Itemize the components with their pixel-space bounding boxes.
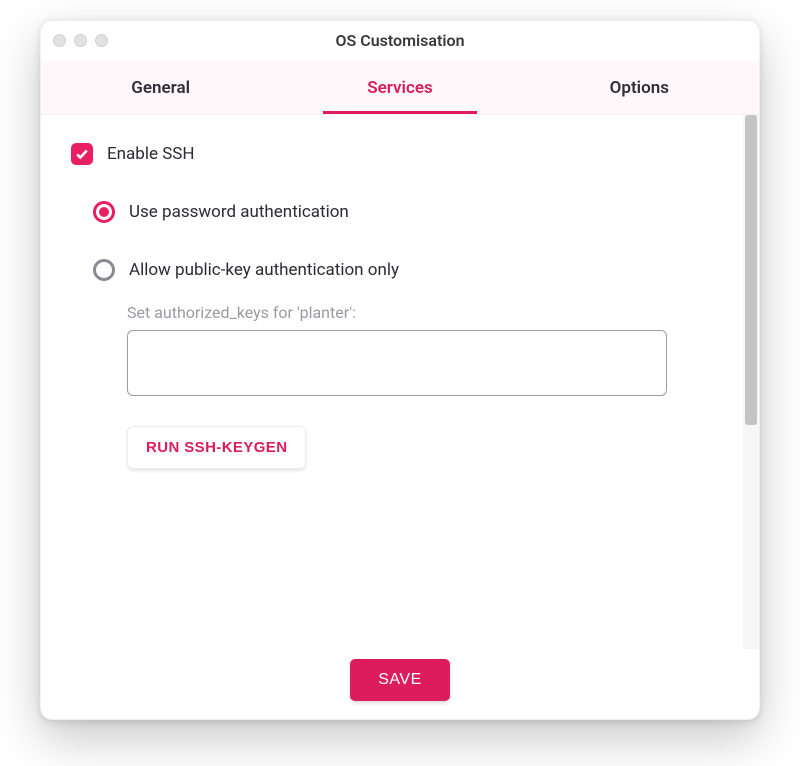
content-wrap: Enable SSH Use password authentication A…	[41, 115, 759, 649]
pubkey-auth-radio[interactable]	[93, 259, 115, 281]
tabs: General Services Options	[41, 61, 759, 115]
tab-general[interactable]: General	[41, 61, 280, 114]
run-ssh-keygen-button[interactable]: RUN SSH-KEYGEN	[127, 426, 306, 469]
enable-ssh-checkbox[interactable]	[71, 143, 93, 165]
scrollbar[interactable]	[743, 115, 759, 649]
pubkey-auth-label: Allow public-key authentication only	[129, 260, 399, 280]
window-title: OS Customisation	[41, 31, 759, 50]
password-auth-row: Use password authentication	[93, 201, 713, 223]
check-icon	[75, 147, 89, 161]
footer: SAVE	[41, 649, 759, 719]
enable-ssh-row: Enable SSH	[71, 143, 713, 165]
content: Enable SSH Use password authentication A…	[41, 115, 743, 649]
tab-services[interactable]: Services	[280, 61, 519, 114]
window: OS Customisation General Services Option…	[40, 20, 760, 720]
tab-options[interactable]: Options	[520, 61, 759, 114]
password-auth-label: Use password authentication	[129, 202, 349, 222]
pubkey-auth-row: Allow public-key authentication only	[93, 259, 713, 281]
password-auth-radio[interactable]	[93, 201, 115, 223]
save-button[interactable]: SAVE	[350, 659, 450, 701]
authorized-keys-input[interactable]	[127, 330, 667, 396]
authorized-keys-label: Set authorized_keys for 'planter':	[127, 303, 713, 322]
titlebar: OS Customisation	[41, 21, 759, 61]
enable-ssh-label: Enable SSH	[107, 144, 195, 164]
authorized-keys-section: Set authorized_keys for 'planter': RUN S…	[127, 303, 713, 469]
scrollbar-thumb[interactable]	[745, 115, 757, 425]
